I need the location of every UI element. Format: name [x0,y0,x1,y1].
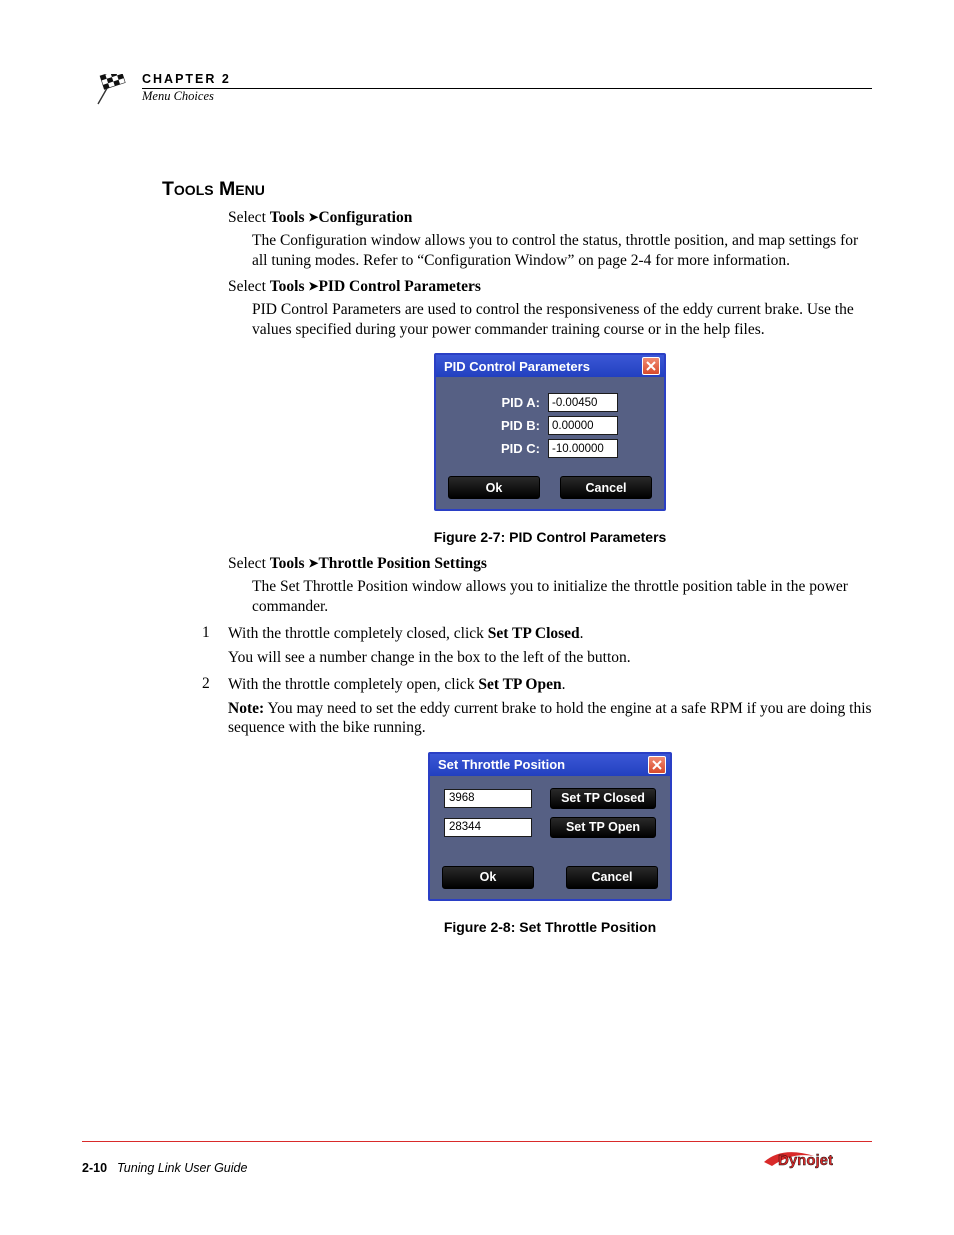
cancel-button[interactable]: Cancel [560,476,652,499]
dialog-titlebar: PID Control Parameters [436,355,664,377]
dialog-titlebar: Set Throttle Position [430,754,670,776]
pid-c-input[interactable] [548,439,618,458]
step-row: 2 With the throttle completely open, cli… [202,675,872,738]
step-number: 2 [202,675,228,738]
dynojet-logo-icon: Dynojet [762,1148,872,1177]
paragraph: The Set Throttle Position window allows … [252,577,872,616]
checkered-flag-icon [94,74,134,113]
pid-a-input[interactable] [548,393,618,412]
close-icon[interactable] [642,357,660,375]
close-icon[interactable] [648,756,666,774]
section-title: Tools Menu [162,178,872,201]
arrow-right-icon: ➤ [308,210,318,224]
pid-b-label: PID B: [482,418,540,433]
pid-c-label: PID C: [482,441,540,456]
step-note: Note: You may need to set the eddy curre… [228,699,872,738]
arrow-right-icon: ➤ [308,279,318,293]
set-tp-closed-button[interactable]: Set TP Closed [550,788,656,809]
page-header: CHAPTER 2 Menu Choices [100,72,872,116]
dialog-title: Set Throttle Position [438,757,565,772]
step-number: 1 [202,624,228,667]
tp-open-input[interactable] [444,818,532,837]
select-line: Select Tools ➤Throttle Position Settings [228,555,872,573]
tp-closed-input[interactable] [444,789,532,808]
figure-caption: Figure 2-7: PID Control Parameters [228,529,872,545]
cancel-button[interactable]: Cancel [566,866,658,889]
paragraph: The Configuration window allows you to c… [252,231,872,270]
ok-button[interactable]: Ok [448,476,540,499]
guide-title: Tuning Link User Guide [117,1161,247,1175]
dialog-title: PID Control Parameters [444,359,590,374]
svg-text:Dynojet: Dynojet [778,1152,833,1169]
page-footer: 2-10 Tuning Link User Guide Dynojet [82,1141,872,1175]
pid-dialog: PID Control Parameters PID A: PID B: [434,353,666,511]
pid-b-input[interactable] [548,416,618,435]
ok-button[interactable]: Ok [442,866,534,889]
step-follow: You will see a number change in the box … [228,648,872,668]
paragraph: PID Control Parameters are used to contr… [252,300,872,339]
arrow-right-icon: ➤ [308,556,318,570]
header-section: Menu Choices [142,89,872,104]
chapter-label: CHAPTER 2 [142,72,872,86]
select-line: Select Tools ➤Configuration [228,209,872,227]
set-tp-open-button[interactable]: Set TP Open [550,817,656,838]
footer-rule [82,1141,872,1142]
set-throttle-dialog: Set Throttle Position Set TP Closed Set … [428,752,672,901]
step-row: 1 With the throttle completely closed, c… [202,624,872,667]
page-number: 2-10 [82,1161,107,1175]
figure-caption: Figure 2-8: Set Throttle Position [228,919,872,935]
select-line: Select Tools ➤PID Control Parameters [228,278,872,296]
pid-a-label: PID A: [482,395,540,410]
